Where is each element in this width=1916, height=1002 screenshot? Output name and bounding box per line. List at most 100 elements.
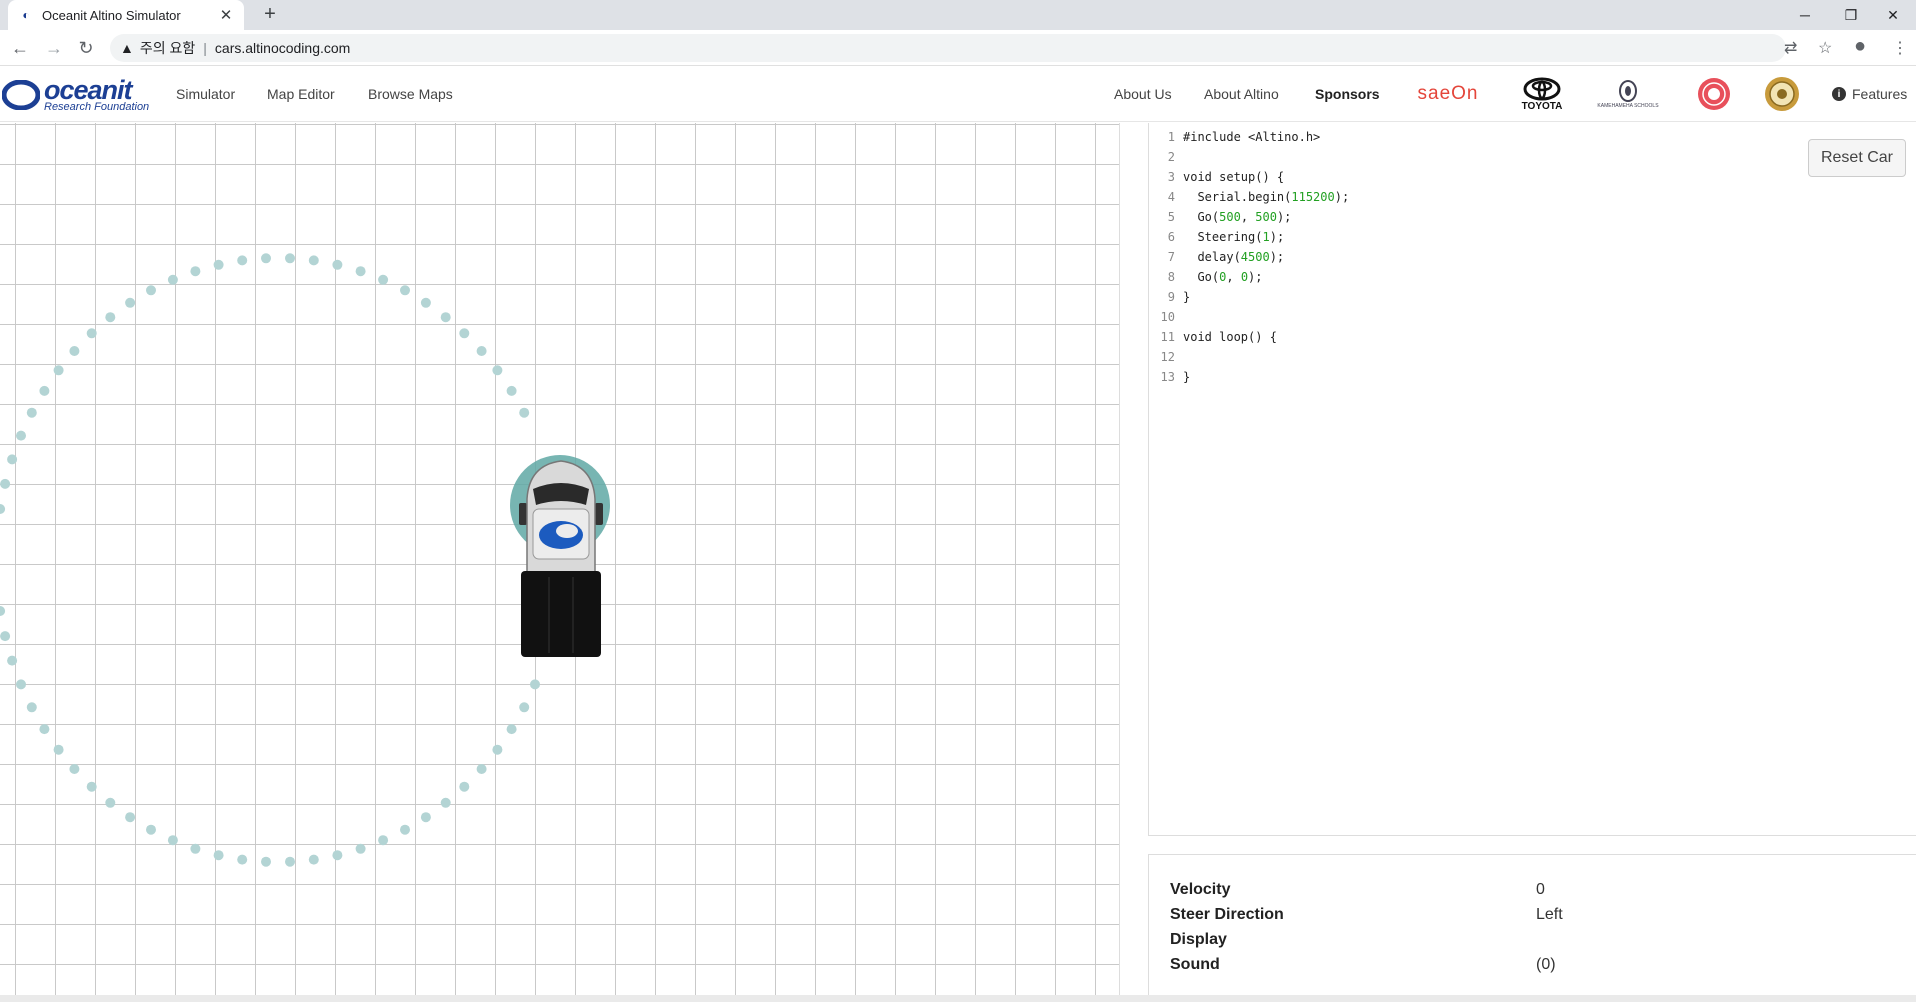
nav-map-editor[interactable]: Map Editor [267, 86, 335, 102]
features-link[interactable]: i Features [1832, 86, 1907, 102]
trail-dot [378, 274, 389, 285]
sponsor-red-seal-logo[interactable] [1696, 76, 1732, 112]
trail-dot [476, 764, 487, 774]
status-panel: Velocity 0 Steer Direction Left Display … [1148, 854, 1916, 995]
reload-icon[interactable]: ↻ [74, 36, 98, 60]
trail-dot [0, 478, 11, 489]
trail-dot [69, 346, 80, 356]
line-number: 2 [1167, 150, 1175, 164]
translate-icon[interactable]: ⇄ [1784, 38, 1797, 58]
browser-tab[interactable]: ◐ Oceanit Altino Simulator ✕ [8, 0, 244, 30]
car-sprite [510, 455, 610, 657]
code-token: #include <Altino.h> [1183, 130, 1321, 144]
new-tab-icon[interactable]: + [258, 3, 282, 26]
code-line[interactable]: 9} [1149, 287, 1190, 307]
code-line[interactable]: 1 #include <Altino.h> [1149, 127, 1321, 147]
code-number-literal: 115200 [1291, 190, 1335, 204]
line-number: 1 [1167, 130, 1175, 144]
sound-label: Sound [1170, 955, 1220, 973]
code-token: ); [1269, 230, 1285, 244]
trail-dot [332, 259, 343, 270]
profile-icon[interactable]: ● [1854, 35, 1866, 58]
line-number: 12 [1160, 350, 1175, 364]
code-line[interactable]: 10 [1149, 307, 1183, 327]
trail-dot [39, 724, 50, 735]
trail-dot [355, 266, 366, 277]
trail-dot [506, 385, 517, 396]
code-line[interactable]: 5 Go(500, 500); [1149, 207, 1292, 227]
code-line[interactable]: 12 [1149, 347, 1183, 367]
trail-dot [237, 854, 248, 865]
trail-dot [332, 850, 343, 861]
toyota-wordmark: TOYOTA [1521, 100, 1563, 112]
code-line[interactable]: 4 Serial.begin(115200); [1149, 187, 1349, 207]
sponsor-state-seal-logo[interactable] [1764, 76, 1800, 112]
back-icon[interactable]: ← [8, 36, 32, 60]
sponsor-saeon-logo[interactable]: saeOn [1410, 76, 1486, 112]
line-number: 8 [1167, 270, 1175, 284]
code-token: , [1240, 210, 1256, 224]
toyota-emblem-icon [1523, 77, 1561, 100]
trail-dot [213, 850, 224, 861]
close-tab-icon[interactable]: ✕ [218, 6, 234, 24]
bookmark-star-icon[interactable]: ☆ [1818, 38, 1832, 58]
code-line[interactable]: 13} [1149, 367, 1191, 387]
trail-dot [308, 854, 319, 865]
forward-icon[interactable]: → [42, 36, 66, 60]
code-token: } [1183, 370, 1191, 384]
line-number: 3 [1167, 170, 1175, 184]
nav-sponsors[interactable]: Sponsors [1315, 86, 1380, 102]
minimize-icon[interactable]: ─ [1782, 0, 1828, 30]
trail-dot [476, 346, 487, 356]
code-line[interactable]: 7 delay(4500); [1149, 247, 1284, 267]
url-text: cars.altinocoding.com [214, 40, 351, 56]
code-line[interactable]: 11 void loop() { [1149, 327, 1277, 347]
bottom-scrollbar[interactable] [0, 995, 1916, 1002]
tab-title: Oceanit Altino Simulator [42, 7, 181, 23]
code-number-literal: 500 [1219, 210, 1241, 224]
steer-direction-value: Left [1536, 905, 1563, 923]
nav-browse-maps[interactable]: Browse Maps [368, 86, 453, 102]
code-line[interactable]: 8 Go(0, 0); [1149, 267, 1263, 287]
simulator-canvas[interactable] [0, 123, 1120, 995]
trail-dot [167, 835, 178, 846]
code-line[interactable]: 2 [1149, 147, 1183, 167]
code-token: ); [1276, 210, 1292, 224]
trail-dot [440, 797, 451, 808]
trail-dot [519, 407, 530, 418]
trail-dot [146, 824, 156, 835]
trail-dot [16, 430, 26, 441]
code-token: , [1226, 270, 1241, 284]
trail-dot [86, 781, 97, 792]
address-bar[interactable]: ▲ 주의 요함 | cars.altinocoding.com [110, 34, 1786, 62]
sponsor-toyota-logo[interactable]: TOYOTA [1514, 76, 1570, 112]
trail-dot [105, 312, 116, 323]
reset-car-button[interactable]: Reset Car [1807, 139, 1906, 177]
code-text: Go(0, 0); [1179, 270, 1262, 284]
trail-dot [400, 824, 410, 835]
trail-dot [285, 856, 295, 867]
code-token: Go( [1183, 270, 1220, 284]
oceanit-logo[interactable]: oceanit Research Foundation [2, 77, 149, 113]
line-number: 5 [1167, 210, 1175, 224]
trail-dot [125, 812, 136, 823]
close-window-icon[interactable]: ✕ [1870, 0, 1916, 30]
nav-about-altino[interactable]: About Altino [1204, 86, 1279, 102]
menu-kebab-icon[interactable]: ⋮ [1892, 38, 1908, 58]
trail-dot [146, 285, 156, 296]
sponsor-kamehameha-logo[interactable]: KAMEHAMEHA SCHOOLS [1592, 76, 1664, 112]
gold-seal-icon [1765, 77, 1799, 111]
code-text: void setup() { [1179, 170, 1284, 184]
line-number: 6 [1167, 230, 1175, 244]
trail-dot [26, 702, 37, 713]
trail-dot [530, 679, 540, 690]
nav-simulator[interactable]: Simulator [176, 86, 235, 102]
code-editor[interactable]: 1 #include <Altino.h> 2 3 void setup() { 4 Se… [1148, 123, 1916, 836]
code-line[interactable]: 3 void setup() { [1149, 167, 1284, 187]
altino-car[interactable] [509, 453, 613, 658]
code-token: ); [1269, 250, 1285, 264]
nav-about-us[interactable]: About Us [1114, 86, 1172, 102]
line-number: 7 [1167, 250, 1175, 264]
code-line[interactable]: 6 Steering(1); [1149, 227, 1284, 247]
restore-icon[interactable]: ❐ [1828, 0, 1874, 30]
